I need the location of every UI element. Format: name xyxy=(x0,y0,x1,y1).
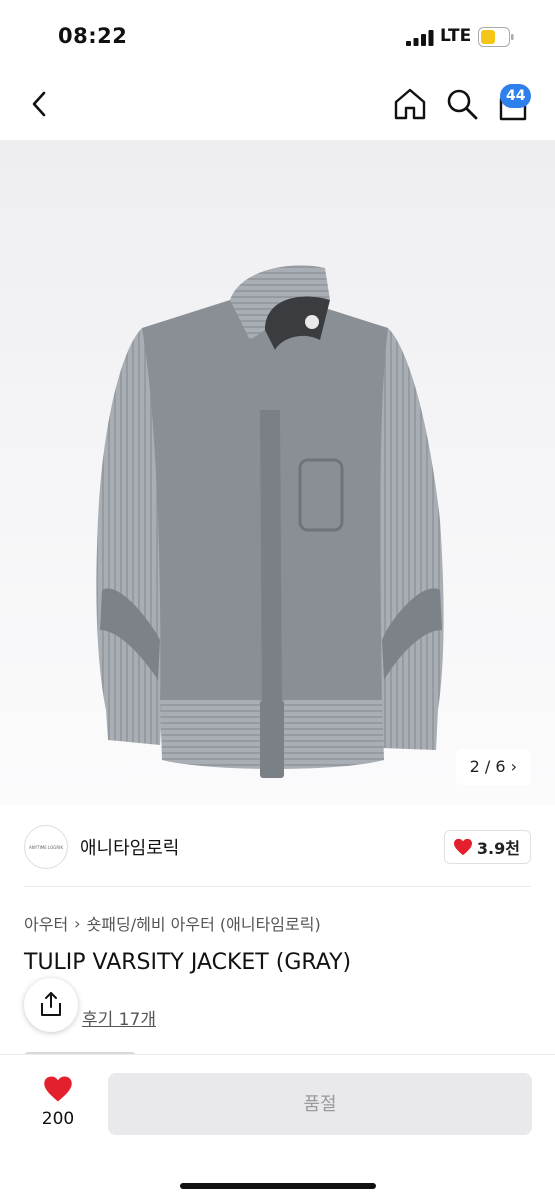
breadcrumb-level1[interactable]: 아우터 xyxy=(24,911,68,935)
top-nav: 44 xyxy=(0,70,555,138)
divider xyxy=(24,886,531,887)
home-icon[interactable] xyxy=(392,86,428,122)
cart-count-badge: 44 xyxy=(500,84,532,108)
jacket-image xyxy=(96,265,444,778)
brand-logo[interactable]: ANYTIME LOGRIK xyxy=(24,825,68,869)
share-icon xyxy=(41,992,61,1016)
brand-row[interactable]: ANYTIME LOGRIK 애니타임로릭 3.9천 xyxy=(0,805,555,887)
heart-icon xyxy=(453,838,472,856)
wishlist-button[interactable]: 200 xyxy=(30,1075,86,1139)
reviews-link[interactable]: 후기 17개 xyxy=(82,1005,156,1030)
brand-like-button[interactable]: 3.9천 xyxy=(443,830,531,864)
status-time: 08:22 xyxy=(58,24,128,48)
breadcrumb-level2[interactable]: 숏패딩/헤비 아우터 (애니타임로릭) xyxy=(87,911,321,935)
search-icon[interactable] xyxy=(444,86,480,122)
brand-name[interactable]: 애니타임로릭 xyxy=(80,834,179,860)
signal-icon xyxy=(406,30,434,46)
brand-like-count: 3.9천 xyxy=(476,839,520,858)
back-icon[interactable] xyxy=(24,88,56,120)
battery-icon xyxy=(478,27,514,47)
network-type: LTE xyxy=(440,26,472,46)
home-indicator xyxy=(180,1183,376,1189)
heart-icon xyxy=(44,1076,72,1102)
product-title: TULIP VARSITY JACKET (GRAY) xyxy=(24,950,352,975)
image-counter-text: 2 / 6 xyxy=(469,757,506,776)
product-image-carousel[interactable]: 2 / 6 › xyxy=(0,140,555,805)
status-bar: 08:22 LTE xyxy=(0,0,555,70)
breadcrumb-separator: › xyxy=(74,913,81,933)
wishlist-count: 200 xyxy=(41,1109,75,1129)
brand-logo-text: ANYTIME LOGRIK xyxy=(29,845,63,850)
image-counter[interactable]: 2 / 6 › xyxy=(455,749,531,785)
bottom-action-bar: 200 품절 xyxy=(0,1054,555,1200)
chevron-right-icon: › xyxy=(510,757,517,776)
share-button[interactable] xyxy=(24,978,78,1032)
sold-out-button[interactable]: 품절 xyxy=(108,1073,532,1135)
breadcrumb: 아우터 › 숏패딩/헤비 아우터 (애니타임로릭) xyxy=(24,911,321,935)
